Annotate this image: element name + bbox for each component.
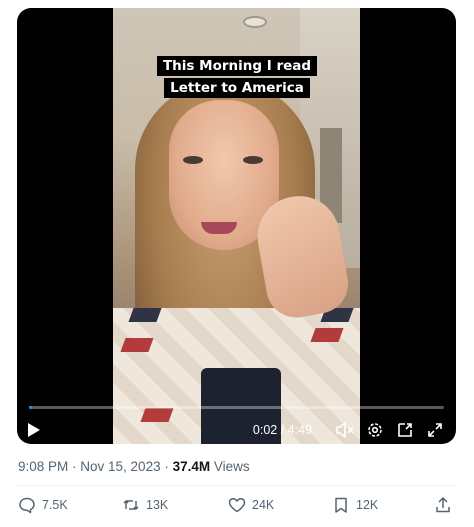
video-caption: This Morning I read Letter to America: [137, 55, 337, 99]
repost-count: 13K: [146, 498, 169, 512]
cardigan-pattern: [120, 338, 154, 352]
action-bar: 7.5K 13K 24K 12K: [18, 493, 458, 517]
mute-button[interactable]: [334, 418, 356, 442]
play-icon: [28, 423, 40, 437]
gear-icon: [368, 423, 382, 437]
post-timestamp[interactable]: 9:08 PM · Nov 15, 2023 ·: [18, 459, 173, 474]
person-eye: [243, 156, 263, 164]
views-count: 37.4M: [172, 459, 211, 474]
cardigan-pattern: [310, 328, 344, 342]
reply-icon: [19, 497, 35, 514]
post-metadata: 9:08 PM · Nov 15, 2023 · 37.4M Views: [18, 459, 250, 474]
video-player[interactable]: This Morning I read Letter to America 0:…: [17, 8, 456, 444]
progress-fill: [29, 406, 32, 409]
picture-in-picture-icon: [398, 423, 412, 437]
heart-icon: [228, 497, 246, 513]
views-label: Views: [210, 459, 250, 474]
video-controls: 0:02 / 4:49: [17, 416, 456, 444]
reply-count: 7.5K: [42, 498, 68, 512]
bookmark-count: 12K: [356, 498, 379, 512]
ceiling-light: [243, 16, 267, 28]
person-eye: [183, 156, 203, 164]
play-button[interactable]: [27, 418, 41, 442]
share-icon: [436, 497, 450, 513]
repost-icon: [123, 500, 139, 510]
repost-button[interactable]: 13K: [122, 496, 168, 514]
expand-icon: [428, 423, 442, 437]
divider: [16, 485, 456, 486]
like-count: 24K: [252, 498, 275, 512]
bookmark-icon: [335, 497, 347, 513]
fullscreen-button[interactable]: [424, 418, 446, 442]
reply-button[interactable]: 7.5K: [18, 496, 68, 514]
share-button[interactable]: [434, 496, 452, 514]
bookmark-button[interactable]: 12K: [332, 496, 378, 514]
pip-button[interactable]: [394, 418, 416, 442]
settings-button[interactable]: [364, 418, 386, 442]
video-caption-text: This Morning I read Letter to America: [156, 56, 318, 98]
progress-bar[interactable]: [29, 406, 444, 409]
like-button[interactable]: 24K: [228, 496, 274, 514]
video-time: 0:02 / 4:49: [252, 423, 312, 437]
mute-icon: [336, 422, 354, 438]
cardigan-pattern: [128, 308, 162, 322]
